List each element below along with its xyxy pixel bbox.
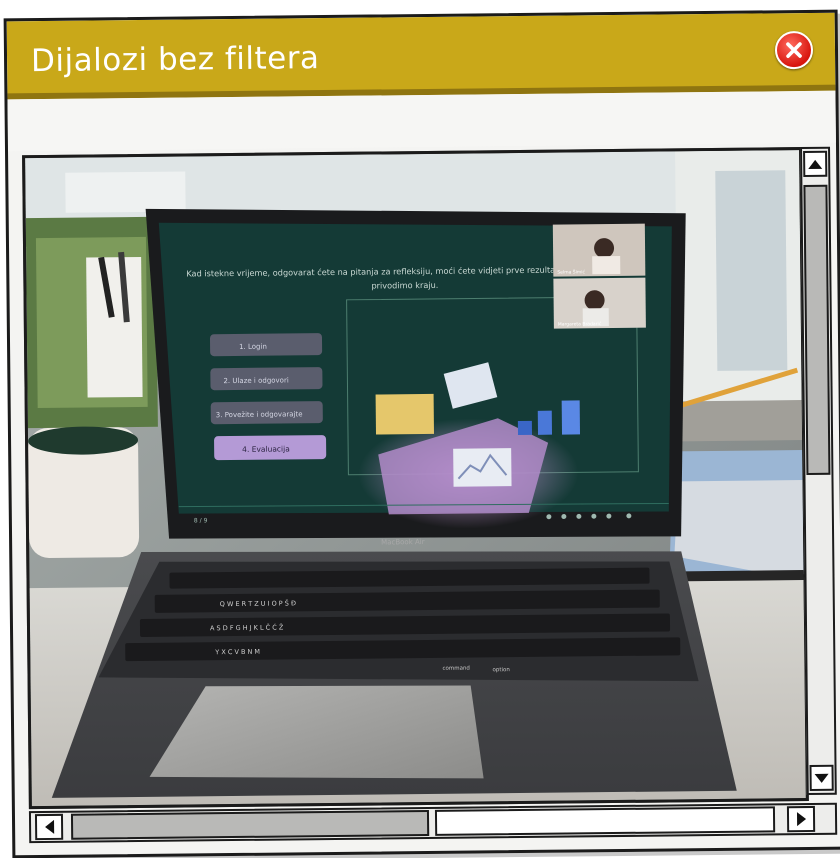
step-2: 2. Ulaze i odgovori — [223, 376, 288, 385]
slide-page-indicator: 8 / 9 — [194, 517, 208, 524]
scroll-right-button[interactable] — [786, 805, 816, 833]
laptop-label: MacBook Air — [381, 538, 425, 546]
close-icon — [786, 42, 802, 58]
step-3: 3. Povežite i odgovarajte — [216, 410, 303, 419]
laptop-photo: Kad istekne vrijeme, odgovarat ćete na p… — [25, 150, 806, 807]
trackpad — [149, 685, 484, 779]
vertical-scrollbar[interactable] — [800, 146, 837, 796]
svg-text:Y X C V B N M: Y X C V B N M — [214, 648, 260, 656]
arrow-down-icon — [814, 773, 829, 783]
horizontal-scroll-thumb[interactable] — [70, 809, 430, 840]
toolbar-area — [7, 90, 836, 152]
window-title: Dijalozi bez filtera — [30, 40, 320, 80]
image-viewport: Kad istekne vrijeme, odgovarat ćete na p… — [22, 147, 809, 810]
vertical-scroll-thumb[interactable] — [803, 184, 831, 476]
title-bar[interactable]: Dijalozi bez filtera — [6, 12, 836, 100]
close-button[interactable] — [774, 30, 814, 70]
horizontal-scrollbar[interactable] — [28, 802, 838, 844]
svg-text:A S D F G H J K L Č Ć Ž: A S D F G H J K L Č Ć Ž — [210, 622, 284, 632]
step-4-active: 4. Evaluacija — [242, 444, 290, 453]
scroll-up-button[interactable] — [803, 150, 828, 178]
command-key-label: command — [442, 666, 470, 672]
scroll-left-button[interactable] — [34, 813, 64, 841]
scroll-down-button[interactable] — [809, 764, 834, 791]
arrow-right-icon — [796, 812, 806, 827]
arrow-left-icon — [44, 819, 54, 835]
svg-text:Q W E R T Z U I O P Š Đ: Q W E R T Z U I O P Š Đ — [220, 598, 296, 608]
dialog-window: Dijalozi bez filtera Kad istekne vrijeme… — [3, 9, 840, 858]
option-key-label: option — [492, 667, 510, 673]
arrow-up-icon — [808, 159, 823, 169]
step-1: 1. Login — [239, 343, 267, 351]
slide-heading-2: privodimo kraju. — [371, 280, 438, 291]
horizontal-scroll-track[interactable] — [434, 806, 776, 836]
